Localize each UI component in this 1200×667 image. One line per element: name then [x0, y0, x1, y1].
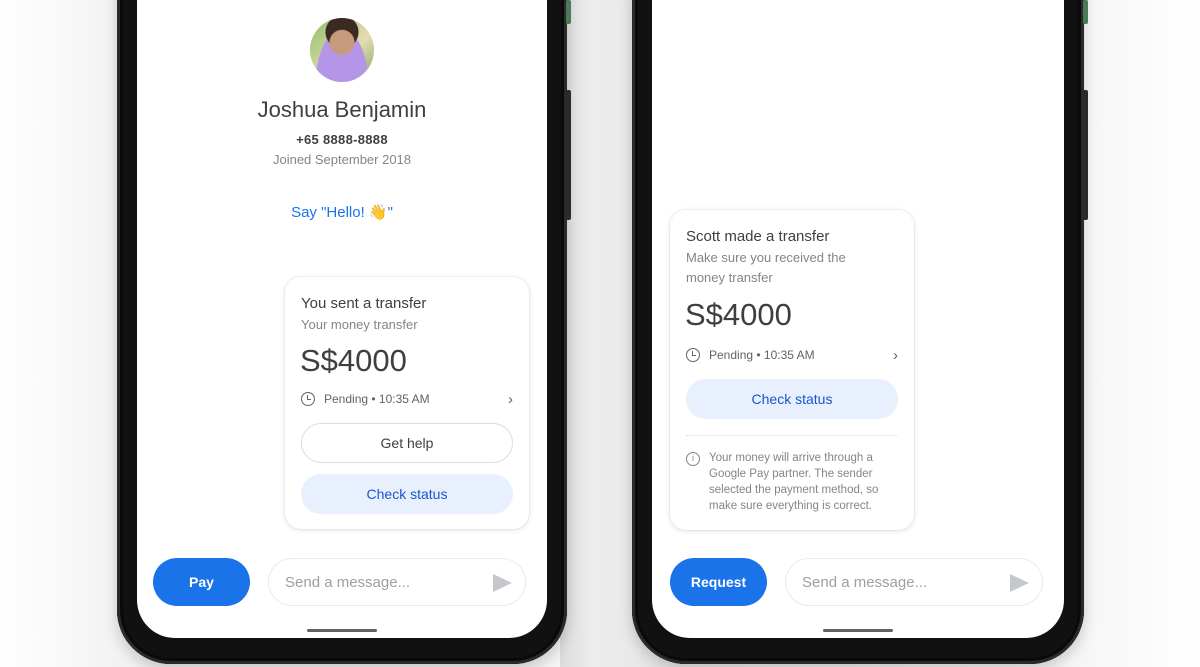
transfer-amount: S$4000 [685, 297, 792, 332]
transfer-status-row[interactable]: Pending • 10:35 AM › [301, 389, 513, 409]
info-icon: i [686, 452, 700, 466]
transfer-status: Pending • 10:35 AM [324, 392, 430, 406]
volume-rocker [1083, 90, 1088, 220]
info-text: Your money will arrive through a Google … [709, 452, 879, 512]
transfer-status: Pending • 10:35 AM [709, 348, 815, 362]
check-status-button[interactable]: Check status [686, 379, 898, 419]
power-button [566, 0, 571, 24]
phone-left: Joshua Benjamin +65 8888-8888 Joined Sep… [117, 0, 571, 664]
clock-icon [686, 348, 700, 362]
home-indicator[interactable] [307, 629, 377, 632]
avatar [310, 18, 374, 82]
power-button [1083, 0, 1088, 24]
home-indicator[interactable] [823, 629, 893, 632]
card-subtitle: Make sure you received the money transfe… [686, 250, 846, 285]
check-status-button[interactable]: Check status [301, 474, 513, 514]
card-subtitle: Your money transfer [301, 317, 418, 332]
chevron-right-icon[interactable]: › [893, 347, 898, 364]
card-title: Scott made a transfer [686, 228, 830, 245]
get-help-button[interactable]: Get help [301, 423, 513, 463]
message-input[interactable] [285, 573, 477, 591]
contact-phone: +65 8888-8888 [296, 132, 388, 147]
transfer-status-row[interactable]: Pending • 10:35 AM › [686, 345, 898, 365]
pay-button[interactable]: Pay [153, 558, 250, 606]
message-input-container[interactable] [268, 558, 526, 606]
message-input[interactable] [802, 573, 994, 591]
divider [686, 435, 898, 436]
info-notice: i Your money will arrive through a Googl… [686, 450, 898, 514]
screen-right: Scott made a transfer Make sure you rece… [652, 0, 1064, 638]
say-hello-link[interactable]: Say "Hello! 👋" [137, 203, 547, 221]
phone-right: Scott made a transfer Make sure you rece… [632, 0, 1088, 664]
background [560, 0, 640, 667]
request-button[interactable]: Request [670, 558, 767, 606]
received-transfer-card: Scott made a transfer Make sure you rece… [670, 210, 914, 530]
transfer-amount: S$4000 [300, 343, 407, 378]
card-title: You sent a transfer [301, 295, 427, 312]
message-input-container[interactable] [785, 558, 1043, 606]
send-icon[interactable] [1010, 574, 1029, 592]
contact-joined-date: Joined September 2018 [272, 152, 412, 167]
contact-name: Joshua Benjamin [257, 97, 427, 122]
chevron-right-icon[interactable]: › [508, 391, 513, 408]
screen-left: Joshua Benjamin +65 8888-8888 Joined Sep… [137, 0, 547, 638]
volume-rocker [566, 90, 571, 220]
send-icon[interactable] [493, 574, 512, 592]
sent-transfer-card: You sent a transfer Your money transfer … [285, 277, 529, 529]
clock-icon [301, 392, 315, 406]
